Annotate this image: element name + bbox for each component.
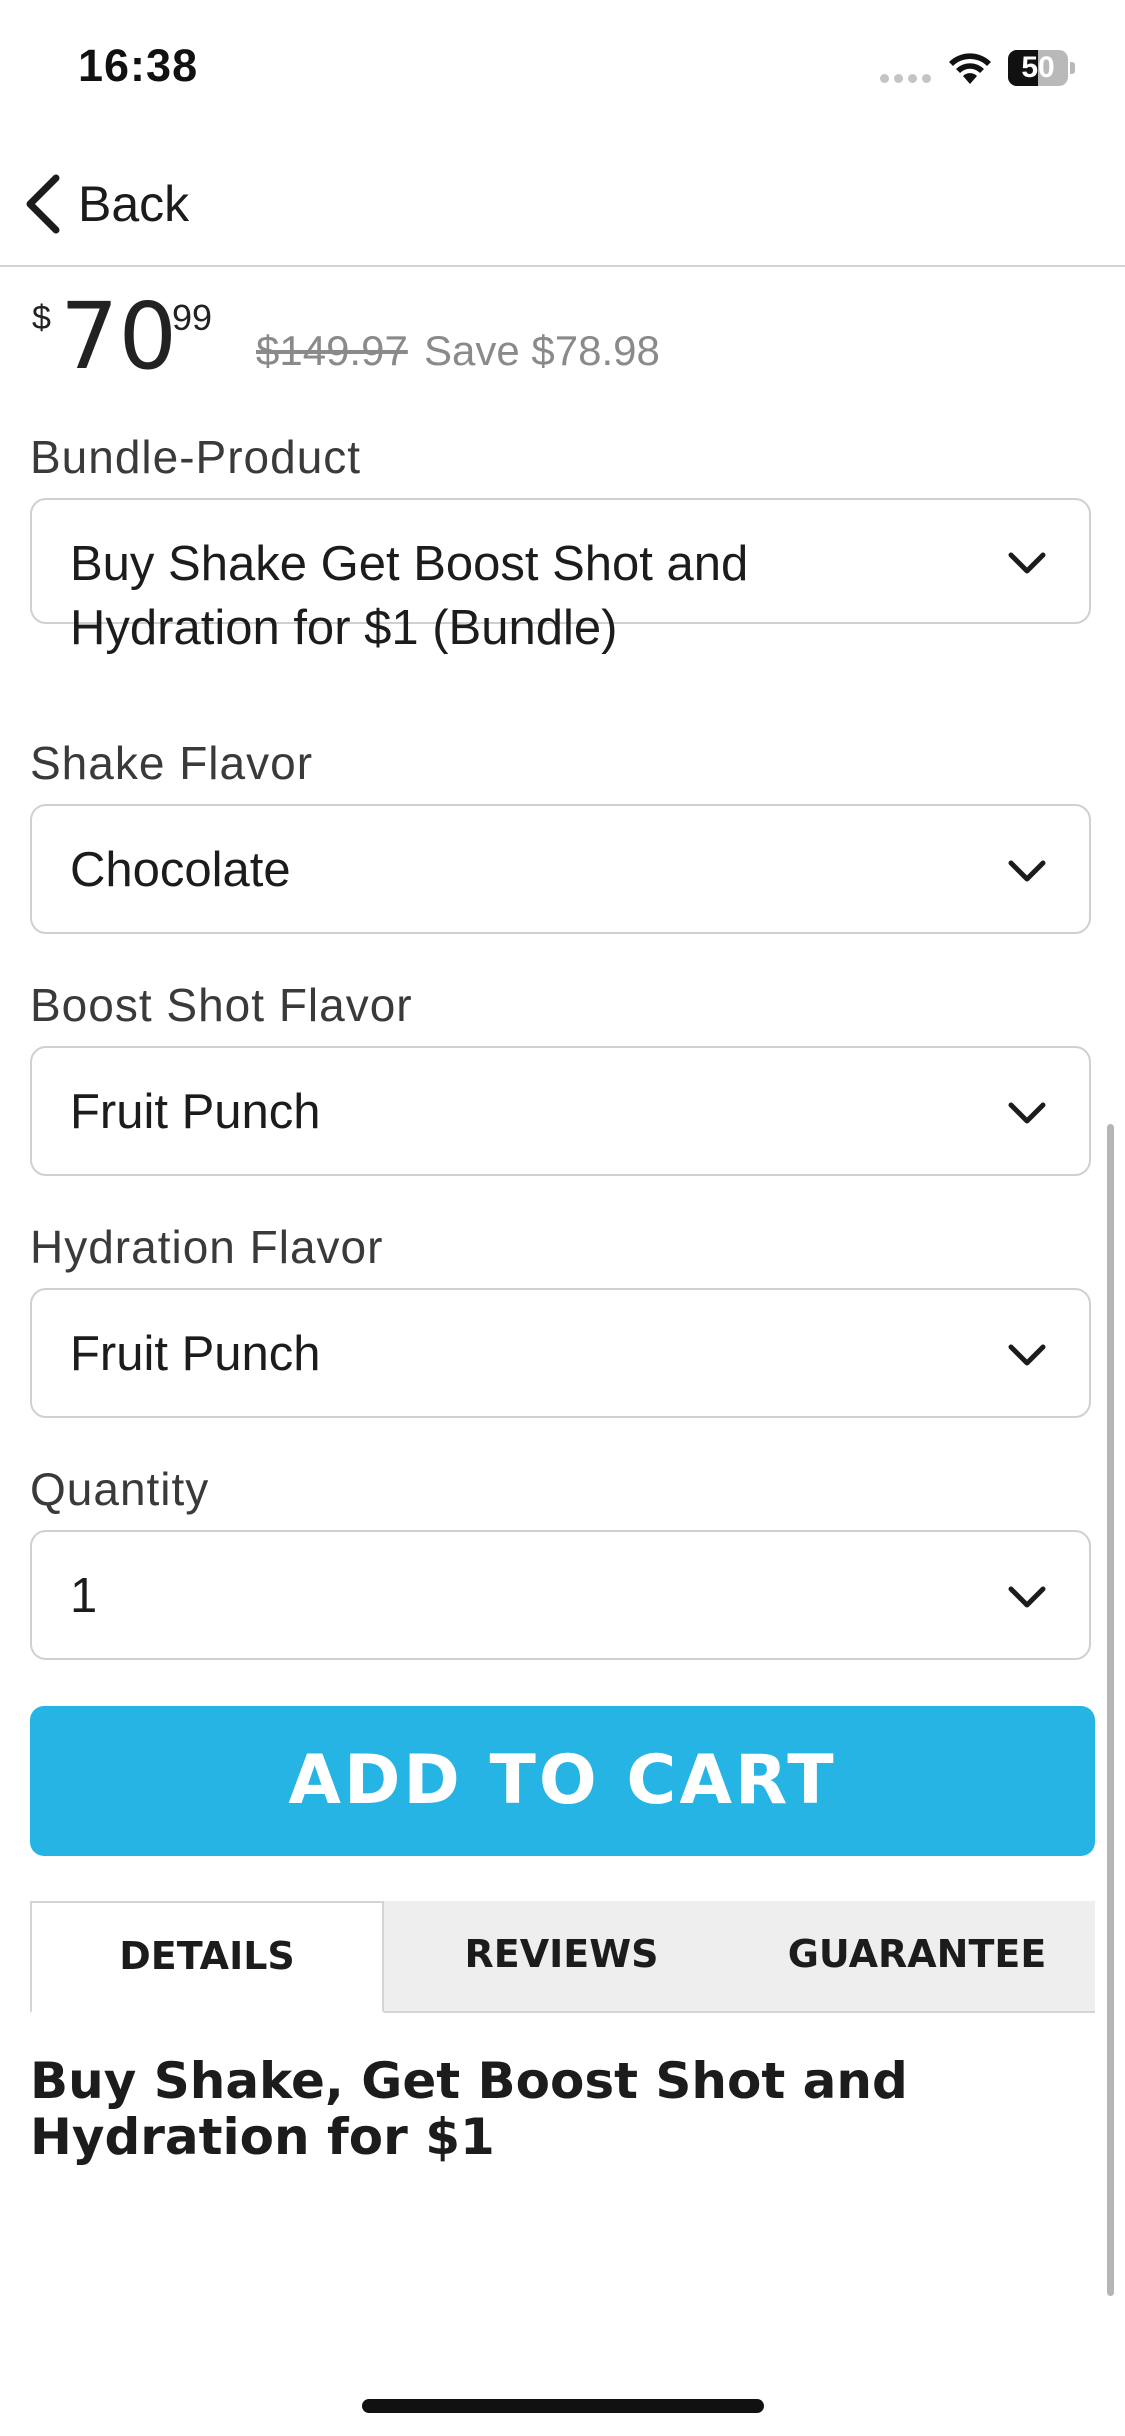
hydration-flavor-select[interactable]: Fruit Punch <box>30 1288 1091 1418</box>
boost-shot-flavor-label: Boost Shot Flavor <box>30 979 413 1031</box>
shake-flavor-value: Chocolate <box>70 843 291 897</box>
price-currency: $ <box>32 299 51 337</box>
scrollbar[interactable] <box>1107 1124 1114 2296</box>
back-label: Back <box>78 176 190 232</box>
status-bar: 16:38 50 <box>0 0 1125 140</box>
bundle-product-value: Buy Shake Get Boost Shot and Hydration f… <box>70 537 749 655</box>
product-tabs: DETAILS REVIEWS GUARANTEE <box>30 1901 1095 2013</box>
chevron-down-icon <box>1008 1586 1046 1608</box>
quantity-select[interactable]: 1 <box>30 1530 1091 1660</box>
chevron-down-icon <box>1008 1344 1046 1366</box>
price-savings: Save $78.98 <box>424 327 660 374</box>
price-row: $ 70 99 $149.97 Save $78.98 <box>30 267 1095 387</box>
battery-level: 50 <box>1021 51 1055 84</box>
price-main: 70 <box>60 283 178 390</box>
shake-flavor-label: Shake Flavor <box>30 737 314 789</box>
chevron-down-icon <box>1008 552 1046 574</box>
boost-shot-flavor-select[interactable]: Fruit Punch <box>30 1046 1091 1176</box>
product-options: $ 70 99 $149.97 Save $78.98 Bundle-Produ… <box>30 267 1095 2165</box>
add-to-cart-button[interactable]: ADD TO CART <box>30 1706 1095 1856</box>
price-cents: 99 <box>172 297 213 338</box>
boost-shot-flavor-value: Fruit Punch <box>70 1085 321 1139</box>
hydration-flavor-label: Hydration Flavor <box>30 1221 384 1273</box>
chevron-down-icon <box>1008 860 1046 882</box>
tab-guarantee[interactable]: GUARANTEE <box>739 1901 1095 2011</box>
battery-icon: 50 <box>1008 50 1076 86</box>
nav-bar: Back <box>0 140 1125 267</box>
hydration-flavor-value: Fruit Punch <box>70 1327 321 1381</box>
shake-flavor-select[interactable]: Chocolate <box>30 804 1091 934</box>
price-original: $149.97 <box>256 327 408 374</box>
tab-details[interactable]: DETAILS <box>30 1901 384 2013</box>
chevron-left-icon <box>26 174 60 234</box>
quantity-label: Quantity <box>30 1463 210 1515</box>
description-title: Buy Shake, Get Boost Shot and Hydration … <box>30 2052 908 2166</box>
bundle-product-label: Bundle-Product <box>30 431 362 483</box>
wifi-icon <box>949 53 991 84</box>
bundle-product-select[interactable]: Buy Shake Get Boost Shot and Hydration f… <box>30 498 1091 655</box>
home-indicator[interactable] <box>362 2399 764 2413</box>
signal-dots-icon <box>880 74 932 84</box>
status-time: 16:38 <box>78 40 199 91</box>
back-button[interactable]: Back <box>22 164 189 244</box>
tab-reviews[interactable]: REVIEWS <box>384 1901 739 2011</box>
quantity-value: 1 <box>70 1569 98 1623</box>
chevron-down-icon <box>1008 1102 1046 1124</box>
